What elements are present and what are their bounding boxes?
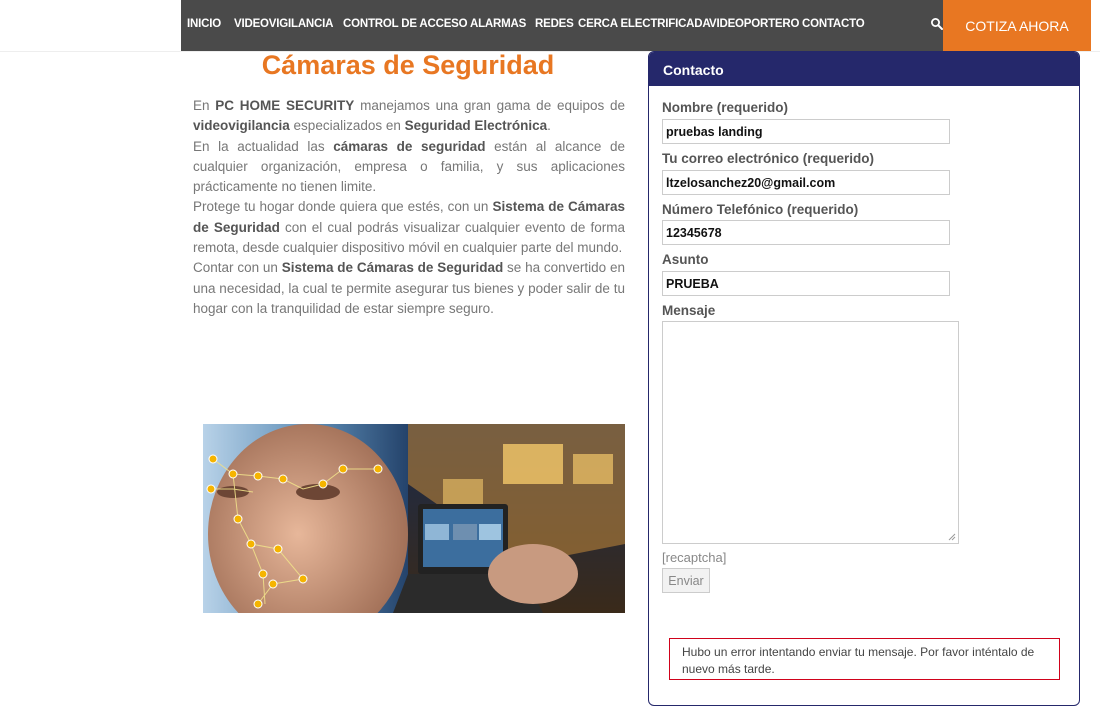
top-navigation: INICIO VIDEOVIGILANCIA CONTROL DE ACCESO…	[0, 0, 1100, 52]
contact-form-title: Contacto	[649, 52, 1079, 86]
phone-input[interactable]: 12345678	[662, 220, 950, 245]
name-input[interactable]: pruebas landing	[662, 119, 950, 144]
cotiza-ahora-button[interactable]: COTIZA AHORA	[943, 0, 1091, 51]
intro-text-segment: Contar con un	[193, 260, 282, 276]
submit-button[interactable]: Enviar	[662, 568, 710, 593]
intro-text-segment: En la actualidad las	[193, 138, 334, 154]
intro-text-segment: .	[547, 118, 551, 134]
security-camera-hero-image	[203, 424, 625, 613]
nav-item-redes[interactable]: REDES	[535, 18, 574, 30]
intro-text: En PC HOME SECURITY manejamos una gran g…	[193, 96, 625, 319]
subject-input[interactable]: PRUEBA	[662, 271, 950, 296]
resize-grip-icon[interactable]	[948, 533, 956, 541]
logo-area	[0, 0, 181, 51]
intro-bold-sistema: Sistema de Cámaras de Seguridad	[281, 260, 504, 276]
intro-bold-camaras: cámaras de seguridad	[333, 138, 486, 154]
name-label: Nombre (requerido)	[662, 100, 789, 115]
nav-item-inicio[interactable]: INICIO	[187, 18, 221, 30]
phone-label: Número Telefónico (requerido)	[662, 202, 859, 217]
nav-item-control-de-acceso[interactable]: CONTROL DE ACCESO	[343, 18, 468, 30]
nav-item-cerca-electrificada[interactable]: CERCA ELECTRIFICADA	[578, 18, 711, 30]
intro-text-segment: Protege tu hogar donde quiera que estés,…	[193, 199, 493, 215]
email-label: Tu correo electrónico (requerido)	[662, 151, 875, 166]
email-input[interactable]: ltzelosanchez20@gmail.com	[662, 170, 950, 195]
nav-item-videovigilancia[interactable]: VIDEOVIGILANCIA	[234, 18, 333, 30]
intro-bold-brand: PC HOME SECURITY	[215, 98, 355, 113]
intro-bold-videovigilancia: videovigilancia	[193, 118, 290, 134]
message-textarea[interactable]	[662, 321, 959, 544]
main-menu: INICIO VIDEOVIGILANCIA CONTROL DE ACCESO…	[181, 0, 943, 51]
page-title: Cámaras de Seguridad	[261, 50, 555, 80]
intro-text-segment: En	[193, 98, 216, 113]
nav-item-alarmas[interactable]: ALARMAS	[470, 18, 526, 30]
nav-item-contacto[interactable]: CONTACTO	[802, 18, 865, 30]
nav-item-videoportero[interactable]: VIDEOPORTERO	[709, 18, 799, 30]
intro-text-segment: manejamos una gran gama de equipos de	[354, 98, 626, 113]
intro-bold-seguridad: Seguridad Electrónica	[404, 118, 548, 134]
intro-text-segment: especializados en	[289, 118, 405, 134]
subject-label: Asunto	[662, 252, 709, 267]
error-message: Hubo un error intentando enviar tu mensa…	[669, 638, 1060, 680]
recaptcha-placeholder: [recaptcha]	[662, 550, 727, 565]
message-label: Mensaje	[662, 303, 716, 318]
search-icon[interactable]	[930, 17, 944, 31]
contact-form-panel: Contacto Nombre (requerido) pruebas land…	[648, 51, 1080, 706]
